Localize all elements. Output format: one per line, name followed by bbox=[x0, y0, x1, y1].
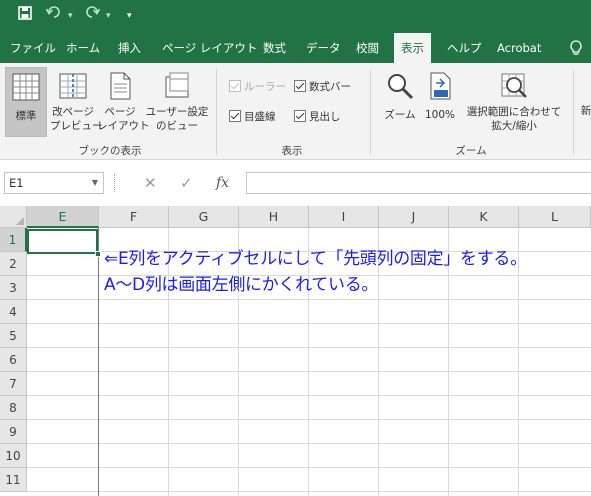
row-header-11[interactable]: 11 bbox=[0, 468, 27, 492]
headings-checkbox[interactable]: 見出し bbox=[294, 109, 341, 125]
gridlines-checkbox[interactable]: 目盛線 bbox=[229, 109, 276, 125]
formula-input[interactable] bbox=[246, 172, 591, 194]
gridline bbox=[27, 371, 591, 372]
zoom-group-label: ズーム bbox=[455, 145, 487, 157]
gridline bbox=[27, 467, 591, 468]
tab-formulas[interactable]: 数式 bbox=[256, 33, 293, 63]
formula-bar-checkbox[interactable]: 数式バー bbox=[294, 79, 351, 95]
gridline bbox=[27, 395, 591, 396]
redo-dropdown-icon[interactable]: ▾ bbox=[106, 6, 111, 26]
note-line-1: ⇐E列をアクティブセルにして「先頭列の固定」をする。 bbox=[104, 249, 527, 269]
group-separator bbox=[216, 69, 217, 155]
checkbox-icon bbox=[294, 110, 306, 122]
tab-file[interactable]: ファイル bbox=[3, 33, 63, 63]
normal-view-icon bbox=[12, 73, 40, 101]
custom-views-icon bbox=[165, 72, 189, 98]
worksheet-grid: E F G H I J K L 1 2 3 4 5 6 7 8 9 10 11 … bbox=[0, 206, 591, 496]
checkbox-icon bbox=[229, 80, 241, 92]
zoom-100-button[interactable]: 100% bbox=[421, 67, 459, 137]
book-views-group-label: ブックの表示 bbox=[78, 145, 142, 157]
page-break-preview-icon bbox=[59, 73, 87, 99]
tab-acrobat[interactable]: Acrobat bbox=[490, 33, 548, 63]
column-header-h[interactable]: H bbox=[239, 206, 309, 228]
cancel-icon[interactable]: ✕ bbox=[144, 172, 157, 194]
gridline bbox=[27, 419, 591, 420]
row-header-7[interactable]: 7 bbox=[0, 372, 27, 396]
redo-icon[interactable] bbox=[84, 5, 101, 26]
gridline bbox=[27, 443, 591, 444]
page-break-preview-button[interactable]: 改ページ プレビュー bbox=[50, 67, 103, 137]
zoom-to-selection-icon bbox=[501, 73, 527, 98]
group-separator bbox=[573, 69, 574, 155]
row-header-8[interactable]: 8 bbox=[0, 396, 27, 420]
column-header-j[interactable]: J bbox=[379, 206, 449, 228]
name-box[interactable]: E1 ▼ bbox=[4, 172, 104, 194]
enter-icon[interactable]: ✓ bbox=[180, 172, 193, 194]
group-separator bbox=[370, 69, 371, 155]
ribbon: 標準 改ページ プレビュー ページ レイアウト ユーザー設定 のビュー ブックの… bbox=[0, 63, 591, 160]
tab-home[interactable]: ホーム bbox=[59, 33, 107, 63]
column-header-k[interactable]: K bbox=[449, 206, 519, 228]
column-header-i[interactable]: I bbox=[309, 206, 379, 228]
tab-help[interactable]: ヘルプ bbox=[440, 33, 489, 63]
checkbox-icon bbox=[229, 110, 241, 122]
tab-view[interactable]: 表示 bbox=[394, 33, 431, 63]
row-header-3[interactable]: 3 bbox=[0, 276, 27, 300]
gridline bbox=[27, 347, 591, 348]
column-header-l[interactable]: L bbox=[519, 206, 591, 228]
magnifier-icon bbox=[388, 74, 414, 100]
save-icon[interactable] bbox=[18, 6, 32, 27]
show-group-label: 表示 bbox=[281, 145, 303, 157]
frozen-pane-divider bbox=[98, 228, 99, 496]
column-header-f[interactable]: F bbox=[99, 206, 169, 228]
tab-review[interactable]: 校閲 bbox=[349, 33, 386, 63]
tab-data[interactable]: データ bbox=[299, 33, 348, 63]
title-bar: ▾ ▾ ▾ bbox=[0, 0, 591, 33]
ruler-checkbox[interactable]: ルーラー bbox=[229, 79, 286, 95]
tab-insert[interactable]: 挿入 bbox=[111, 33, 148, 63]
gridline bbox=[27, 323, 591, 324]
fill-handle[interactable] bbox=[95, 251, 101, 257]
normal-view-button[interactable]: 標準 bbox=[5, 67, 47, 137]
column-header-e[interactable]: E bbox=[27, 206, 99, 228]
row-header-10[interactable]: 10 bbox=[0, 444, 27, 468]
custom-views-button[interactable]: ユーザー設定 のビュー bbox=[145, 67, 209, 137]
ribbon-tabs: ファイル ホーム 挿入 ページ レイアウト 数式 データ 校閲 表示 ヘルプ A… bbox=[0, 33, 591, 63]
insert-function-icon[interactable]: fx bbox=[216, 172, 229, 194]
zoom-button[interactable]: ズーム bbox=[380, 67, 420, 137]
gridline bbox=[27, 299, 591, 300]
undo-dropdown-icon[interactable]: ▾ bbox=[68, 6, 73, 26]
row-header-6[interactable]: 6 bbox=[0, 348, 27, 372]
row-header-2[interactable]: 2 bbox=[0, 252, 27, 276]
note-line-2: A～D列は画面左側にかくれている。 bbox=[104, 275, 379, 295]
formula-bar: E1 ▼ ✕ ✓ fx bbox=[0, 160, 591, 206]
name-box-value: E1 bbox=[9, 176, 24, 190]
undo-icon[interactable] bbox=[45, 5, 62, 26]
row-header-1[interactable]: 1 bbox=[0, 228, 27, 252]
active-cell-e1[interactable] bbox=[27, 229, 98, 254]
customize-toolbar-icon[interactable]: ▾ bbox=[127, 6, 132, 26]
row-header-9[interactable]: 9 bbox=[0, 420, 27, 444]
gridline bbox=[27, 491, 591, 492]
row-header-4[interactable]: 4 bbox=[0, 300, 27, 324]
page-layout-icon bbox=[110, 72, 131, 100]
select-all-button[interactable] bbox=[0, 206, 27, 228]
column-header-g[interactable]: G bbox=[169, 206, 239, 228]
tab-page-layout[interactable]: ページ レイアウト bbox=[155, 33, 264, 63]
page-layout-view-button[interactable]: ページ レイアウト bbox=[97, 67, 150, 137]
lightbulb-icon[interactable] bbox=[569, 40, 583, 56]
zoom-to-selection-button[interactable]: 選択範囲に合わせて 拡大/縮小 bbox=[461, 67, 567, 137]
zoom-100-icon bbox=[430, 72, 451, 100]
formula-buttons: ✕ ✓ fx bbox=[110, 172, 244, 194]
chevron-down-icon[interactable]: ▼ bbox=[92, 173, 98, 193]
checkbox-icon bbox=[294, 80, 306, 92]
row-header-5[interactable]: 5 bbox=[0, 324, 27, 348]
new-window-button[interactable]: 新 bbox=[579, 104, 591, 118]
